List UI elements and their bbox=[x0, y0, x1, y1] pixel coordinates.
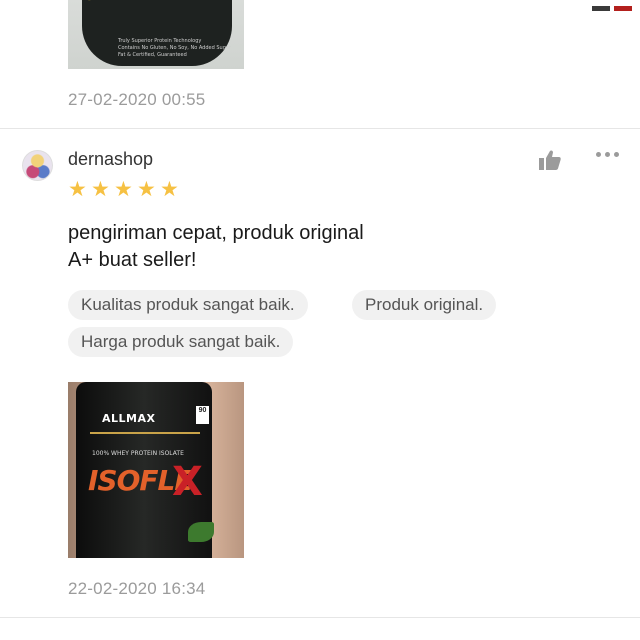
review-tag: Kualitas produk sangat baik. bbox=[68, 290, 308, 320]
review-photo[interactable]: ALLMAX 100% WHEY PROTEIN ISOLATE ISOFLE … bbox=[68, 382, 244, 558]
previous-review-photo[interactable]: Truly Superior Protein Technology Contai… bbox=[68, 0, 244, 69]
star-icon: ★ bbox=[68, 178, 87, 201]
star-icon: ★ bbox=[137, 178, 156, 201]
photo-product-x: X bbox=[172, 459, 203, 505]
more-options-icon[interactable] bbox=[596, 152, 619, 157]
leaf-graphic bbox=[188, 522, 214, 542]
review-date: 22-02-2020 16:34 bbox=[68, 579, 206, 598]
review-line-2: A+ buat seller! bbox=[68, 249, 197, 271]
previous-review-date: 27-02-2020 00:55 bbox=[68, 90, 206, 109]
photo-text-line: Truly Superior Protein Technology bbox=[118, 38, 202, 44]
photo-text-line: Contains No Gluten, No Soy, No Added Sug… bbox=[118, 45, 232, 51]
dot bbox=[605, 152, 610, 157]
review-line-1: pengiriman cepat, produk original bbox=[68, 222, 364, 244]
dot bbox=[614, 152, 619, 157]
corner-logo bbox=[592, 0, 632, 11]
photo-badge: 90 bbox=[196, 406, 209, 424]
star-icon: ★ bbox=[91, 178, 110, 201]
star-icon: ★ bbox=[160, 178, 179, 201]
review-divider bbox=[0, 617, 640, 618]
product-jar-graphic: ALLMAX 100% WHEY PROTEIN ISOLATE ISOFLE … bbox=[76, 382, 214, 558]
dot bbox=[596, 152, 601, 157]
star-icon: ★ bbox=[114, 178, 133, 201]
thumbs-up-icon[interactable] bbox=[538, 148, 562, 172]
photo-subtitle-text: 100% WHEY PROTEIN ISOLATE bbox=[92, 450, 184, 457]
review-text: pengiriman cepat, produk original A+ bua… bbox=[68, 220, 364, 274]
review-tag: Harga produk sangat baik. bbox=[68, 327, 294, 357]
photo-brand-text: ALLMAX bbox=[102, 412, 156, 425]
photo-text-line: Fat & Certified, Guaranteed bbox=[118, 52, 187, 58]
star-rating: ★ ★ ★ ★ ★ bbox=[68, 178, 180, 201]
review-tag: Produk original. bbox=[352, 290, 497, 320]
review-divider bbox=[0, 128, 640, 129]
avatar[interactable] bbox=[22, 150, 53, 181]
reviewer-username[interactable]: dernashop bbox=[68, 149, 153, 170]
gold-band bbox=[90, 432, 200, 434]
product-tub-graphic: Truly Superior Protein Technology Contai… bbox=[82, 0, 232, 66]
